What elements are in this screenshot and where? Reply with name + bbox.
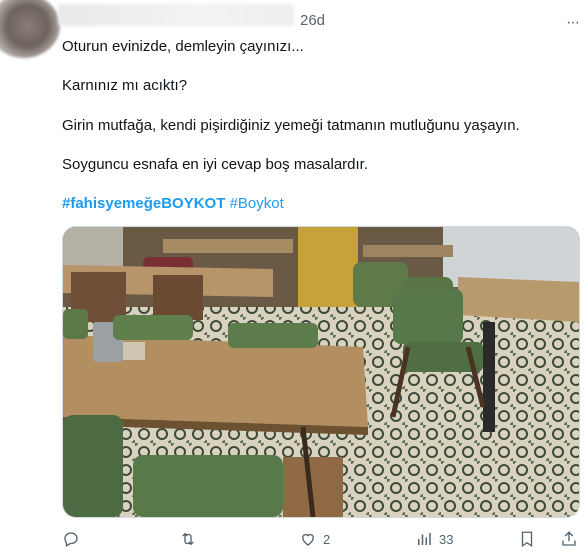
share-button[interactable] — [560, 530, 578, 548]
author-name-blurred[interactable] — [58, 4, 294, 26]
heart-icon — [302, 533, 314, 546]
post-paragraph-3: Girin mutfağa, kendi pişirdiğiniz yemeği… — [62, 117, 520, 134]
views-icon — [418, 533, 431, 545]
hashtag-link[interactable]: #Boykot — [230, 195, 284, 212]
retweet-button[interactable] — [179, 530, 197, 548]
retweet-icon — [182, 532, 194, 546]
post-timestamp[interactable]: 26d — [300, 12, 325, 29]
like-count: 2 — [323, 531, 331, 547]
post-paragraph-1: Oturun evinizde, demleyin çayınızı... — [62, 38, 304, 55]
like-button[interactable]: 2 — [299, 530, 330, 548]
reply-button[interactable] — [62, 530, 80, 548]
share-icon — [562, 531, 576, 546]
more-dots-icon[interactable]: ··· — [566, 14, 580, 32]
views-button[interactable]: 33 — [415, 530, 453, 548]
post-paragraph-2: Karnınız mı acıktı? — [62, 77, 188, 94]
reply-icon — [64, 532, 78, 547]
hashtag-link[interactable]: #fahisyemeğeBOYKOT — [62, 195, 225, 212]
bookmark-icon — [521, 531, 533, 548]
views-count: 33 — [439, 531, 454, 547]
restaurant-photo — [63, 227, 579, 517]
post-image[interactable] — [62, 226, 580, 518]
bookmark-button[interactable] — [518, 530, 536, 548]
avatar[interactable] — [0, 0, 60, 58]
post-paragraph-4: Soyguncu esnafa en iyi cevap boş masalar… — [62, 156, 369, 173]
